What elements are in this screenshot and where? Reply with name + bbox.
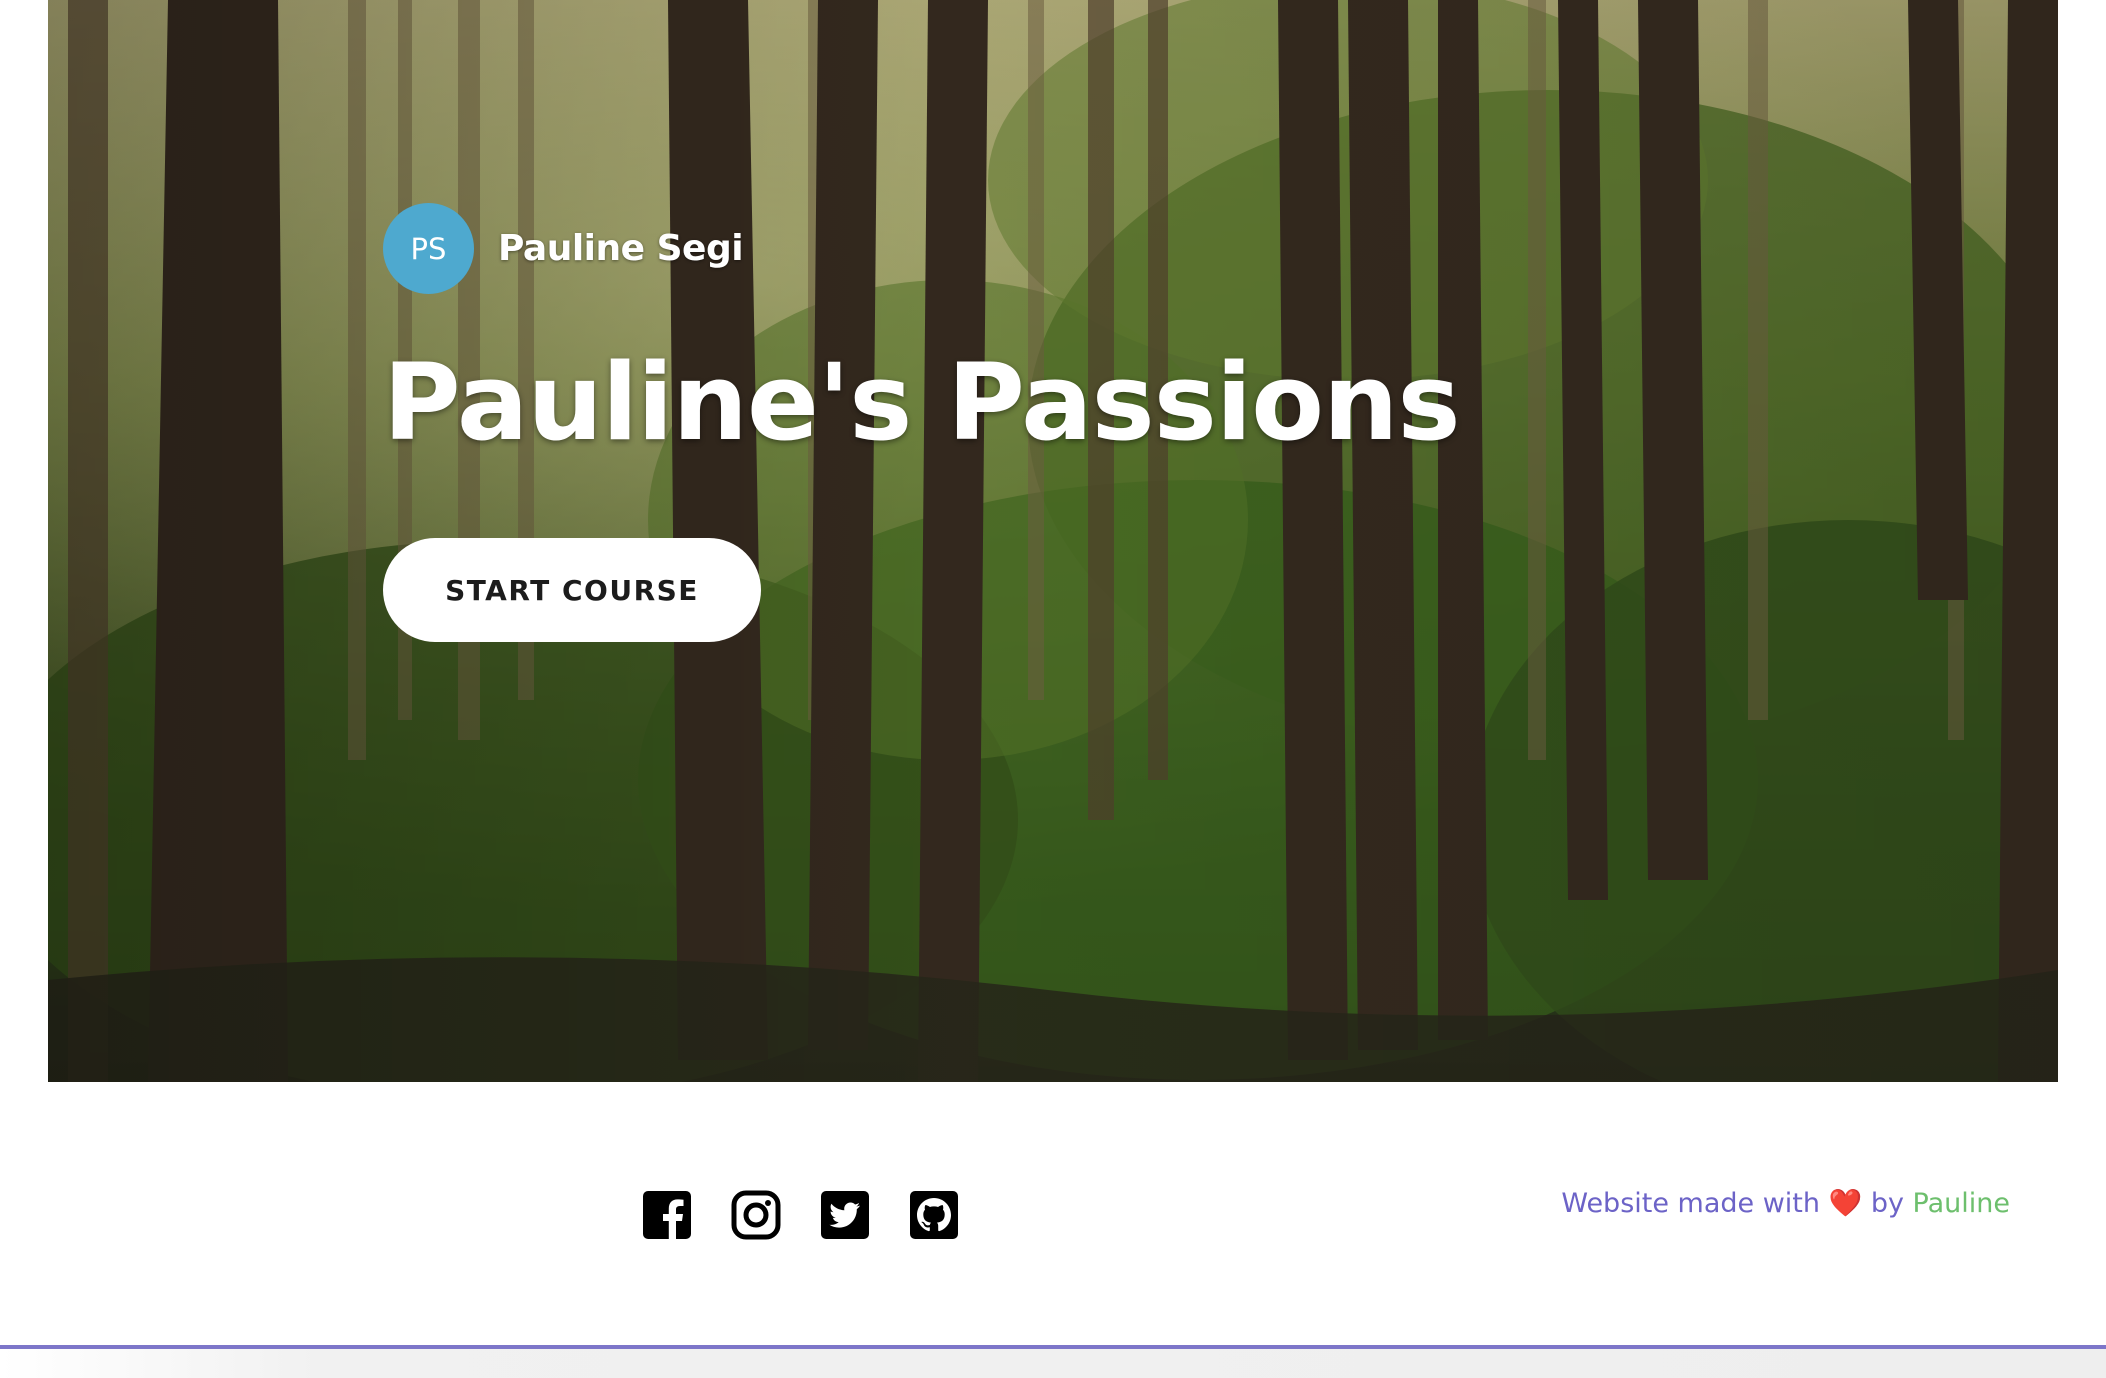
facebook-link[interactable] — [642, 1190, 692, 1240]
twitter-link[interactable] — [820, 1190, 870, 1240]
author-name: Pauline Segi — [498, 228, 744, 269]
bottom-shadow — [0, 1349, 2106, 1378]
instagram-link[interactable] — [731, 1190, 781, 1240]
facebook-icon — [643, 1191, 691, 1239]
credit-by: by — [1870, 1188, 1904, 1219]
hero-dark-overlay — [48, 0, 2058, 1082]
avatar: PS — [383, 203, 474, 294]
github-link[interactable] — [909, 1190, 959, 1240]
instagram-icon — [731, 1190, 781, 1240]
author-link[interactable]: Pauline — [1913, 1188, 2010, 1219]
credit-prefix: Website made with — [1561, 1188, 1821, 1219]
page-title: Pauline's Passions — [383, 341, 1461, 464]
hero-banner: PS Pauline Segi Pauline's Passions START… — [48, 0, 2058, 1082]
footer: Website made with ❤️ by Pauline — [0, 1082, 2106, 1348]
footer-credit: Website made with ❤️ by Pauline — [1561, 1187, 2010, 1219]
author-info: PS Pauline Segi — [383, 203, 744, 294]
start-course-button[interactable]: START COURSE — [383, 538, 761, 642]
heart-icon: ❤️ — [1828, 1188, 1863, 1219]
twitter-icon — [821, 1191, 869, 1239]
github-icon — [910, 1191, 958, 1239]
social-links — [642, 1190, 959, 1240]
